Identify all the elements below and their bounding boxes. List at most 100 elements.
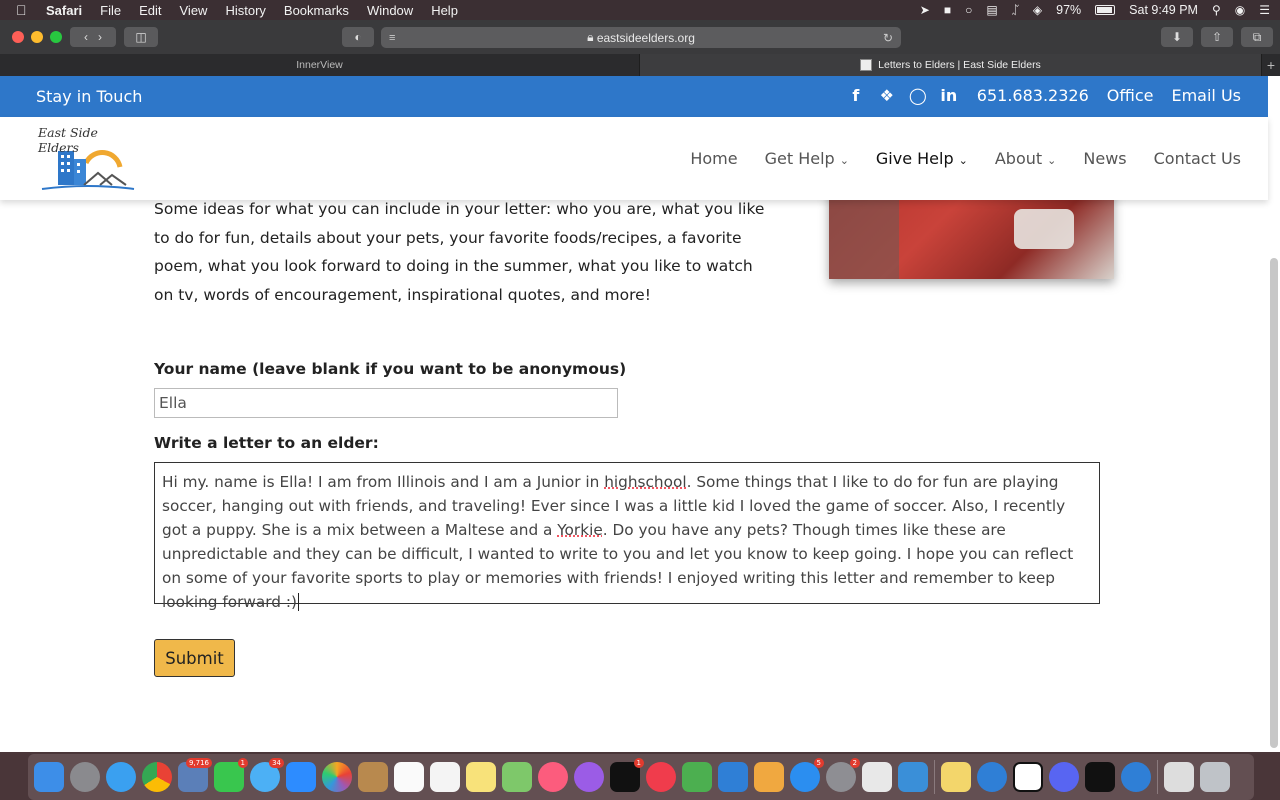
podcasts-icon[interactable]	[574, 762, 604, 792]
url-text[interactable]: eastsideelders.org	[597, 31, 695, 45]
share-icon: ⇧	[1211, 30, 1223, 44]
fullscreen-window-button[interactable]	[50, 31, 62, 43]
apple-tv-icon[interactable]: 1	[610, 758, 644, 792]
email-us-link[interactable]: Email Us	[1171, 86, 1241, 105]
submit-button[interactable]: Submit	[154, 639, 235, 677]
reminders-icon[interactable]	[430, 762, 460, 792]
app-store-icon[interactable]: 5	[790, 758, 824, 792]
innerview-download-icon[interactable]	[1121, 762, 1151, 792]
epic-games-icon[interactable]	[1085, 762, 1115, 792]
close-window-button[interactable]	[12, 31, 24, 43]
text-cursor	[297, 593, 299, 611]
trash-icon[interactable]	[1200, 762, 1230, 792]
instagram-icon[interactable]: ◯	[909, 86, 927, 105]
nav-about[interactable]: About ⌄	[995, 149, 1057, 168]
spotlight-search-icon[interactable]: ⚲	[1212, 3, 1221, 17]
bluetooth-icon[interactable]: ᛢ	[1012, 3, 1019, 17]
menu-history[interactable]: History	[225, 3, 265, 18]
nav-label: Home	[690, 149, 738, 168]
address-bar[interactable]: ≡ 🔒︎ eastsideelders.org ↻	[381, 27, 901, 48]
chrome-icon[interactable]	[142, 762, 172, 792]
roblox-studio-icon[interactable]	[898, 762, 928, 792]
menu-view[interactable]: View	[180, 3, 208, 18]
stickies-icon[interactable]	[941, 762, 971, 792]
messages-icon[interactable]: 34	[250, 758, 284, 792]
nav-home[interactable]: Home	[690, 149, 737, 168]
numbers-icon[interactable]	[682, 762, 712, 792]
downloads-stack-icon[interactable]	[1164, 762, 1194, 792]
zoom-icon[interactable]	[286, 762, 316, 792]
nav-contact-us[interactable]: Contact Us	[1154, 149, 1241, 168]
twitter-icon[interactable]: ❖	[878, 86, 896, 105]
facetime-icon[interactable]: 1	[214, 758, 248, 792]
minimize-window-button[interactable]	[31, 31, 43, 43]
system-preferences-icon[interactable]: 2	[826, 758, 860, 792]
menu-edit[interactable]: Edit	[139, 3, 161, 18]
downloads-button[interactable]: ⬇	[1161, 27, 1193, 47]
battery-icon[interactable]	[1095, 5, 1116, 15]
maps-icon[interactable]	[502, 762, 532, 792]
finder-icon[interactable]	[34, 762, 64, 792]
photos-icon[interactable]	[322, 762, 352, 792]
letter-textarea[interactable]: Hi my. name is Ella! I am from Illinois …	[154, 462, 1100, 611]
new-tab-button[interactable]: +	[1262, 54, 1280, 76]
menu-window[interactable]: Window	[367, 3, 413, 18]
menu-help[interactable]: Help	[431, 3, 458, 18]
macos-dock: 9,716 1 34 1 5 2	[0, 752, 1280, 800]
notification-center-icon[interactable]: ☰	[1259, 3, 1270, 17]
keynote-icon[interactable]	[718, 762, 748, 792]
discord-icon[interactable]	[1049, 762, 1079, 792]
phone-link[interactable]: 651.683.2326	[977, 86, 1089, 105]
dock-separator	[1157, 760, 1158, 794]
sidebar-toggle-button[interactable]: ◫	[124, 27, 158, 47]
news-icon[interactable]	[646, 762, 676, 792]
apple-menu-icon[interactable]: 	[16, 2, 32, 18]
pages-icon[interactable]	[754, 762, 784, 792]
chevron-down-icon: ⌄	[958, 154, 968, 167]
tab-innerview[interactable]: InnerView	[0, 54, 640, 76]
back-forward-buttons[interactable]: ‹ ›	[70, 27, 116, 47]
nav-give-help[interactable]: Give Help ⌄	[876, 149, 968, 168]
screen-icon[interactable]: ▤	[986, 3, 997, 17]
sidebar-icon: ◫	[135, 30, 147, 44]
privacy-report-button[interactable]: ◐	[342, 27, 374, 47]
safari-icon[interactable]	[106, 762, 136, 792]
menu-bookmarks[interactable]: Bookmarks	[284, 3, 349, 18]
site-logo[interactable]: East Side Elders	[38, 125, 138, 195]
chevron-down-icon: ⌄	[839, 154, 849, 167]
menu-clock[interactable]: Sat 9:49 PM	[1129, 3, 1198, 17]
app-store-badge: 5	[813, 758, 824, 768]
office-link[interactable]: Office	[1107, 86, 1154, 105]
sync-icon[interactable]: ○	[965, 3, 972, 17]
calendar-icon[interactable]	[394, 762, 424, 792]
misspelled-word: highschool	[604, 473, 687, 491]
launchpad-icon[interactable]	[70, 762, 100, 792]
roblox-icon[interactable]	[862, 762, 892, 792]
notes-icon[interactable]	[466, 762, 496, 792]
name-input[interactable]	[154, 388, 618, 418]
mail-icon[interactable]: 9,716	[178, 758, 212, 792]
facebook-icon[interactable]: f	[847, 86, 865, 105]
reader-view-icon[interactable]: ≡	[389, 32, 395, 44]
zoom-status-icon[interactable]: ■	[944, 3, 951, 17]
reload-icon[interactable]: ↻	[883, 31, 893, 45]
tab-letters-to-elders[interactable]: Letters to Elders | East Side Elders	[640, 54, 1262, 76]
innerview-icon[interactable]	[977, 762, 1007, 792]
music-icon[interactable]	[538, 762, 568, 792]
notion-icon[interactable]	[1013, 762, 1043, 792]
tabs-icon: ⧉	[1252, 29, 1262, 44]
back-arrow-icon[interactable]: ‹	[84, 30, 88, 44]
tab-overview-button[interactable]: ⧉	[1241, 27, 1273, 47]
linkedin-icon[interactable]: in	[940, 86, 958, 105]
contacts-icon[interactable]	[358, 762, 388, 792]
share-button[interactable]: ⇧	[1201, 27, 1233, 47]
forward-arrow-icon[interactable]: ›	[98, 30, 102, 44]
menu-app-name[interactable]: Safari	[46, 3, 82, 18]
page-scrollbar[interactable]	[1270, 258, 1278, 748]
wifi-icon[interactable]: ◈	[1033, 3, 1042, 17]
location-icon[interactable]: ➤	[920, 3, 930, 17]
nav-news[interactable]: News	[1083, 149, 1126, 168]
menu-file[interactable]: File	[100, 3, 121, 18]
siri-icon[interactable]: ◉	[1235, 3, 1245, 17]
nav-get-help[interactable]: Get Help ⌄	[765, 149, 849, 168]
